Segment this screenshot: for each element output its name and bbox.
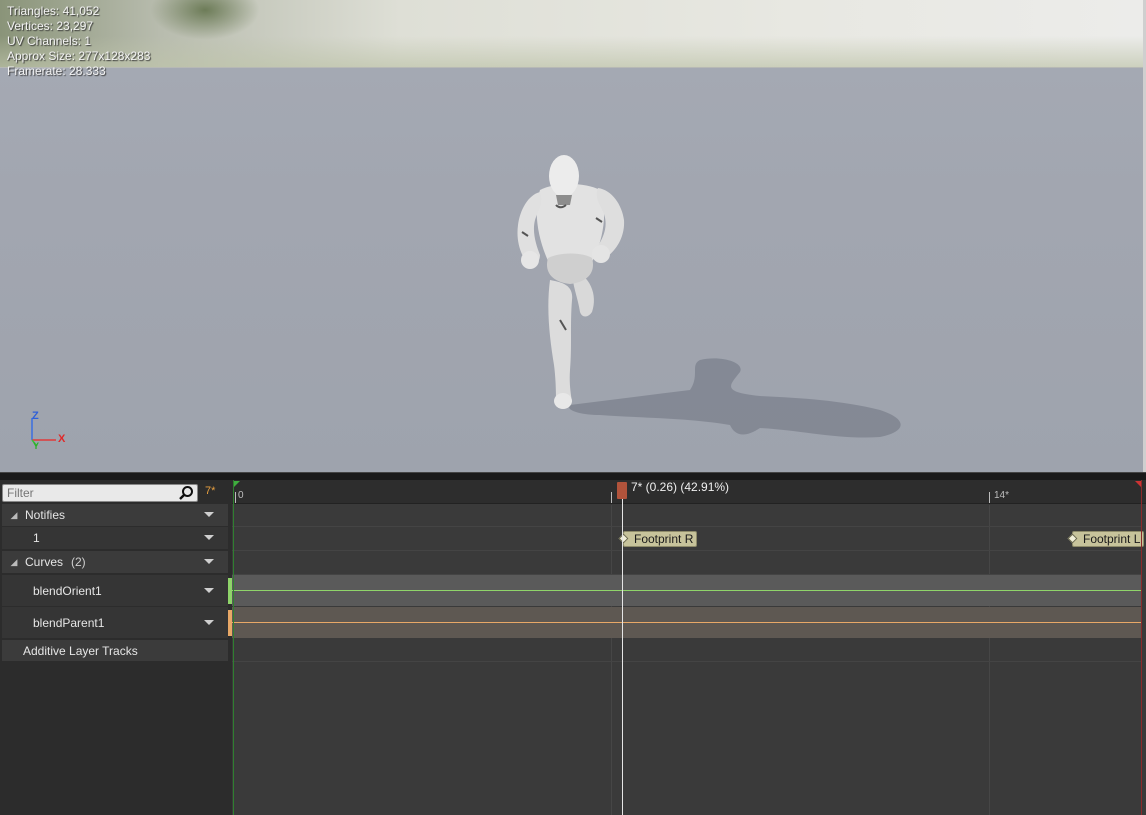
- collapse-icon[interactable]: ◢: [7, 508, 21, 522]
- search-icon[interactable]: [178, 485, 194, 501]
- curves-count: (2): [71, 555, 86, 569]
- ruler-tick: [989, 492, 990, 503]
- lane-divider: [232, 550, 1142, 551]
- playhead-label: 7* (0.26) (42.91%): [631, 480, 730, 494]
- timeline[interactable]: 0 14* Footprint R Footprint L 7* (0.26) …: [232, 480, 1146, 815]
- curve-line-blendorient1[interactable]: [232, 590, 1142, 591]
- mannequin-foot: [554, 393, 572, 409]
- chevron-down-icon[interactable]: [204, 559, 214, 564]
- end-marker[interactable]: [1141, 480, 1142, 815]
- notify-footprint-l[interactable]: Footprint L: [1067, 531, 1145, 547]
- notifies-header[interactable]: ◢ Notifies: [2, 504, 228, 526]
- additive-layer-tracks-header[interactable]: Additive Layer Tracks: [2, 640, 228, 661]
- mannequin-hand-right: [592, 245, 610, 263]
- start-flag-icon[interactable]: [234, 481, 240, 487]
- ruler-tick: [611, 492, 612, 503]
- notify-footprint-r[interactable]: Footprint R: [618, 531, 698, 547]
- character-shadow: [569, 358, 901, 438]
- mannequin-head: [549, 155, 579, 197]
- current-frame-label: 7*: [205, 485, 216, 497]
- ruler-label-mid: 14*: [994, 490, 1010, 501]
- mannequin-neck: [556, 195, 572, 205]
- mannequin-hand-left: [521, 251, 539, 269]
- ruler-label-start: 0: [238, 490, 244, 501]
- curve-track-blendorient1[interactable]: blendOrient1: [2, 575, 234, 606]
- chevron-down-icon[interactable]: [204, 587, 214, 593]
- mannequin-character[interactable]: [0, 0, 1143, 472]
- notifies-label: Notifies: [25, 508, 66, 522]
- curve-name: blendOrient1: [33, 583, 102, 598]
- curves-header[interactable]: ◢ Curves (2): [2, 551, 228, 573]
- axis-x-label: X: [58, 433, 66, 445]
- notify-label: Footprint R: [634, 532, 694, 546]
- start-marker[interactable]: [233, 480, 234, 815]
- curve-lane-blendparent1[interactable]: [232, 607, 1142, 638]
- curve-track-blendparent1[interactable]: blendParent1: [2, 607, 234, 638]
- chevron-down-icon[interactable]: [204, 619, 214, 625]
- notify-track-1[interactable]: 1: [2, 527, 228, 549]
- notify-label: Footprint L: [1083, 532, 1141, 546]
- notify-diamond-icon[interactable]: [1067, 533, 1078, 544]
- playhead-handle[interactable]: [617, 482, 627, 499]
- track-panel: 7* ◢ Notifies 1 ◢ Curves (2) blendOrient…: [0, 480, 234, 815]
- filter-input[interactable]: [2, 484, 198, 502]
- axis-z-label: Z: [32, 410, 39, 422]
- filter-row: [2, 484, 230, 502]
- additive-layer-label: Additive Layer Tracks: [23, 643, 138, 658]
- curve-name: blendParent1: [33, 615, 105, 630]
- panel-splitter[interactable]: [0, 472, 1146, 480]
- playhead-line[interactable]: [622, 499, 623, 815]
- notify-track-label: 1: [33, 531, 40, 545]
- collapse-icon[interactable]: ◢: [7, 555, 21, 569]
- frame-grid-line: [989, 505, 990, 815]
- curves-label: Curves: [25, 555, 64, 569]
- lane-divider: [232, 526, 1142, 527]
- viewport[interactable]: Triangles: 41,052 Vertices: 23,297 UV Ch…: [0, 0, 1146, 472]
- ruler-tick: [235, 492, 236, 503]
- curve-lane-blendorient1[interactable]: [232, 575, 1142, 606]
- lane-divider: [232, 661, 1142, 662]
- mannequin-leg-front: [548, 280, 573, 406]
- notify-diamond-icon[interactable]: [618, 533, 629, 544]
- end-flag-icon[interactable]: [1135, 481, 1141, 487]
- chevron-down-icon[interactable]: [204, 512, 214, 517]
- chevron-down-icon[interactable]: [204, 535, 214, 540]
- frame-grid-line: [611, 505, 612, 815]
- axis-gizmo: Z X Y: [26, 410, 70, 454]
- curve-line-blendparent1[interactable]: [232, 622, 1142, 623]
- axis-y-label: Y: [33, 441, 40, 451]
